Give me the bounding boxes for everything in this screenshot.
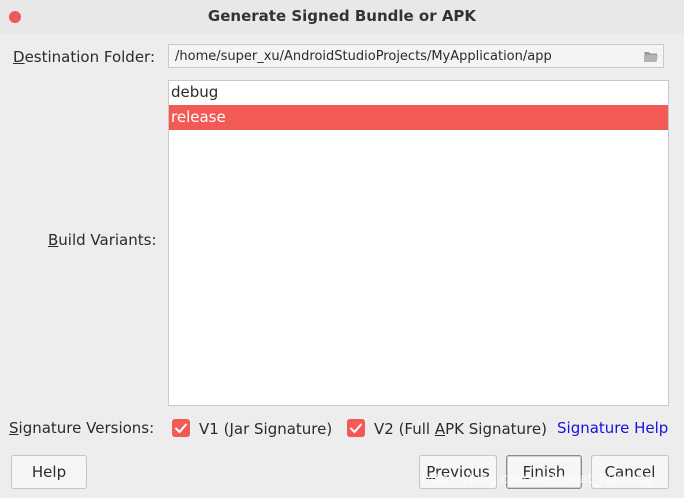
watermark: https://blog.csdn.net/sinat_Running: [422, 472, 653, 487]
destination-folder-field: [168, 44, 664, 68]
destination-folder-label: Destination Folder:: [13, 48, 155, 66]
help-button[interactable]: Help: [11, 455, 87, 489]
build-variants-list[interactable]: debug release: [168, 80, 669, 406]
dialog-title: Generate Signed Bundle or APK: [207, 7, 477, 25]
v2-signature-label[interactable]: V2 (Full APK Signature): [374, 420, 547, 438]
v1-signature-checkbox[interactable]: [172, 419, 190, 437]
signature-help-link[interactable]: Signature Help: [557, 419, 668, 437]
build-variants-label: Build Variants:: [48, 231, 157, 249]
v2-signature-checkbox[interactable]: [347, 419, 365, 437]
checkmark-icon: [175, 423, 187, 433]
title-bar: Generate Signed Bundle or APK: [0, 0, 684, 34]
variant-item-debug[interactable]: debug: [169, 80, 668, 105]
checkmark-icon: [350, 423, 362, 433]
variant-item-release[interactable]: release: [169, 105, 668, 130]
signature-versions-label: Signature Versions:: [9, 419, 155, 437]
destination-folder-input[interactable]: [169, 45, 645, 67]
folder-open-icon[interactable]: [643, 49, 659, 63]
v1-signature-label[interactable]: V1 (Jar Signature): [199, 420, 332, 438]
